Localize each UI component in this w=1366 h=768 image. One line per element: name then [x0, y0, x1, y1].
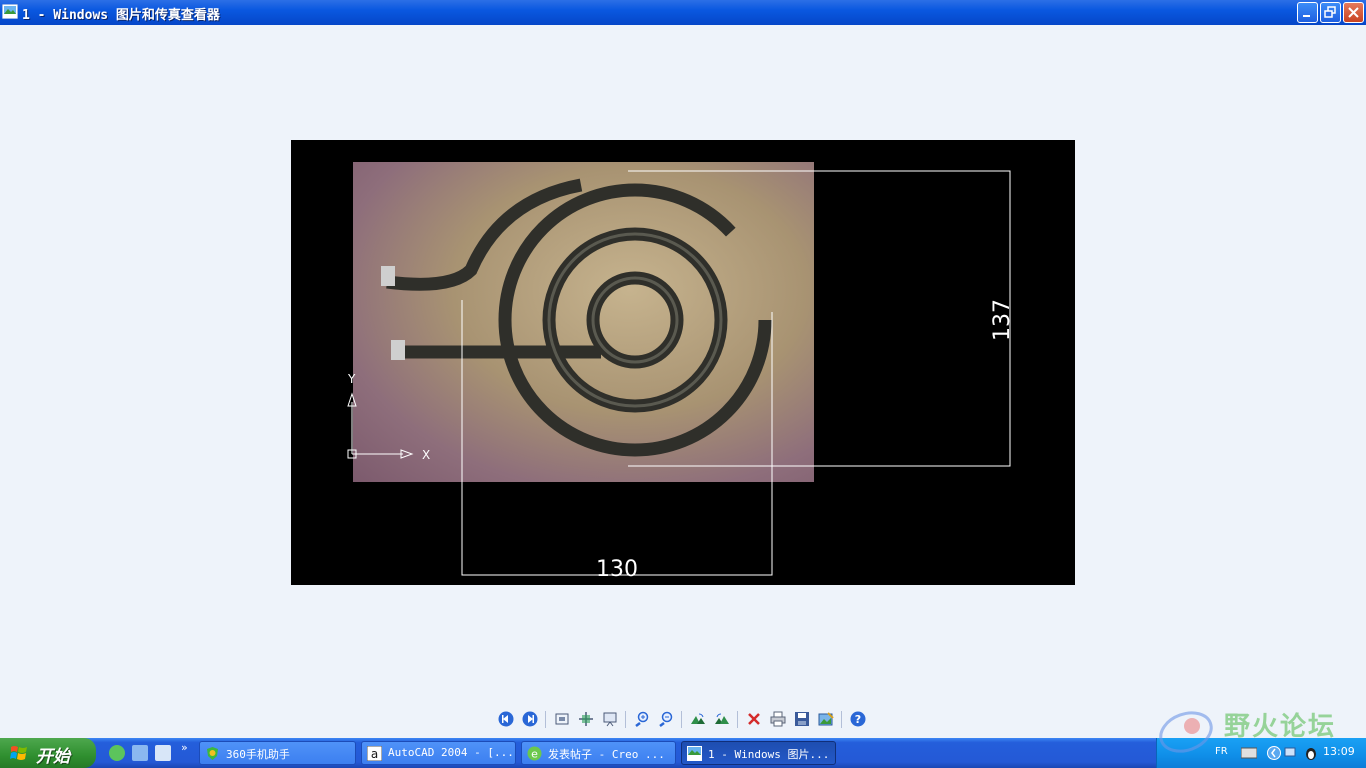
windows-flag-icon: [10, 746, 27, 760]
clock[interactable]: 13:09: [1323, 745, 1355, 758]
svg-text:a: a: [371, 747, 378, 761]
rotate-cw-icon: [691, 713, 705, 724]
edit-icon: [818, 712, 834, 726]
picture-viewer-icon: [687, 746, 702, 761]
previous-image-button[interactable]: [497, 710, 515, 728]
help-icon: ?: [850, 711, 866, 727]
save-copy-button[interactable]: [793, 710, 811, 728]
keyboard-icon[interactable]: [1241, 747, 1257, 759]
actual-size-icon: [579, 712, 593, 726]
help-button[interactable]: ?: [849, 710, 867, 728]
system-tray: FR 13:09: [1156, 738, 1366, 768]
terminal-bottom: [391, 340, 405, 360]
app-quicklaunch-icon[interactable]: [132, 745, 148, 761]
browser-e-icon: e: [527, 746, 542, 761]
desktop-quicklaunch-icon[interactable]: [155, 745, 171, 761]
slideshow-button[interactable]: [601, 710, 619, 728]
displayed-image: 137 130 Y X: [291, 140, 1075, 585]
vertical-dimension-label: 137: [990, 299, 1015, 341]
task-post-thread[interactable]: e 发表帖子 - Creo ...: [521, 741, 676, 765]
browser-quicklaunch-icon[interactable]: [109, 745, 125, 761]
zoom-in-button[interactable]: [633, 710, 651, 728]
rotate-counterclockwise-button[interactable]: [713, 710, 731, 728]
edit-button[interactable]: [817, 710, 835, 728]
close-button[interactable]: [1343, 2, 1364, 23]
minimize-button[interactable]: [1297, 2, 1318, 23]
svg-text:?: ?: [855, 713, 861, 726]
print-icon: [770, 711, 786, 727]
rotate-clockwise-button[interactable]: [689, 710, 707, 728]
drawing-overlay: 137 130 Y X: [347, 170, 1015, 582]
actual-size-button[interactable]: [577, 710, 595, 728]
rotate-ccw-icon: [715, 713, 729, 724]
best-fit-button[interactable]: [553, 710, 571, 728]
terminal-top: [381, 266, 395, 286]
task-picture-viewer[interactable]: 1 - Windows 图片...: [681, 741, 836, 765]
window-title: 1 - Windows 图片和传真查看器: [22, 8, 220, 23]
task-label: 360手机助手: [226, 748, 290, 761]
task-label: 1 - Windows 图片...: [708, 748, 830, 761]
best-fit-icon: [555, 713, 569, 725]
delete-icon: [748, 713, 760, 725]
task-label: AutoCAD 2004 - [...: [388, 746, 514, 759]
slideshow-icon: [603, 712, 617, 727]
zoom-out-button[interactable]: [657, 710, 675, 728]
taskbar: 开始 » 360手机助手 a AutoCAD 2004 - [... e 发表帖…: [0, 738, 1366, 768]
qq-penguin-icon[interactable]: [1303, 745, 1319, 761]
axis-x-label: X: [422, 448, 430, 462]
autocad-icon: a: [367, 746, 382, 761]
svg-text:e: e: [531, 748, 538, 761]
minimize-icon: [1303, 15, 1310, 17]
heating-coil: [386, 178, 772, 457]
next-icon: [522, 711, 538, 727]
title-bar: 1 - Windows 图片和传真查看器: [0, 0, 1366, 25]
task-360-assistant[interactable]: 360手机助手: [199, 741, 356, 765]
tray-arrow-icon[interactable]: [1267, 745, 1281, 761]
restore-button[interactable]: [1320, 2, 1341, 23]
network-icon[interactable]: [1283, 745, 1299, 761]
restore-icon: [1324, 6, 1336, 18]
print-button[interactable]: [769, 710, 787, 728]
task-autocad[interactable]: a AutoCAD 2004 - [...: [361, 741, 516, 765]
shield-360-icon: [207, 747, 218, 760]
more-chevron-icon[interactable]: »: [181, 741, 188, 754]
start-label: 开始: [36, 747, 70, 767]
language-indicator[interactable]: FR: [1215, 746, 1228, 757]
delete-button[interactable]: [745, 710, 763, 728]
zoom-in-icon: [635, 711, 649, 727]
zoom-out-icon: [659, 711, 673, 727]
horizontal-dimension-label: 130: [596, 557, 638, 582]
task-label: 发表帖子 - Creo ...: [548, 748, 665, 761]
prev-icon: [498, 711, 514, 727]
picture-viewer-icon: [2, 4, 18, 19]
save-icon: [795, 712, 809, 726]
next-image-button[interactable]: [521, 710, 539, 728]
start-button[interactable]: 开始: [0, 738, 96, 768]
axis-y-label: Y: [347, 372, 356, 386]
close-icon: [1348, 7, 1359, 18]
ucs-icon: [347, 392, 414, 459]
